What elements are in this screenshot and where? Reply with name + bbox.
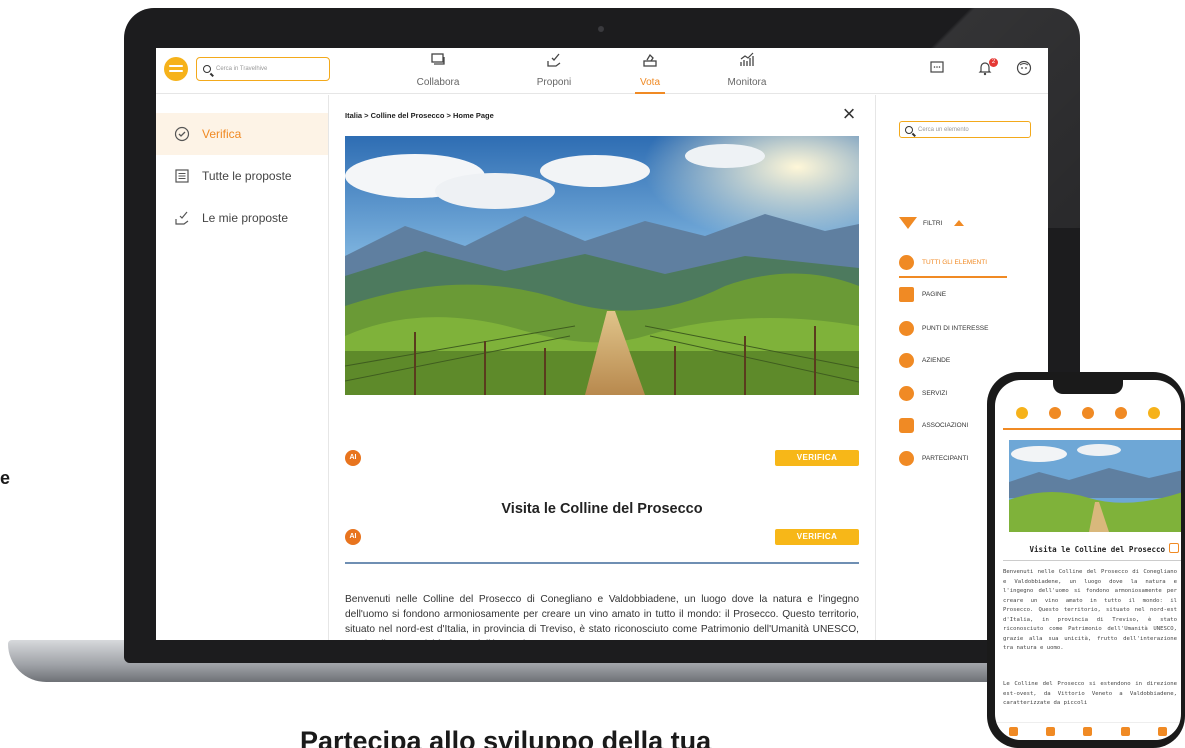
global-search-input[interactable]: Cerca in Travelhive	[196, 57, 330, 81]
phone-page-title: Visita le Colline del Prosecco	[1029, 545, 1165, 554]
main-content: Italia > Colline del Prosecco > Home Pag…	[330, 95, 874, 640]
body-paragraph: Benvenuti nelle Colline del Prosecco di …	[345, 594, 859, 640]
phone-paragraph: Benvenuti nelle Colline del Prosecco di …	[1003, 569, 1177, 651]
phone-hero-image	[1009, 440, 1181, 532]
notifications-bell-icon[interactable]: 2	[976, 58, 998, 78]
pin-icon[interactable]	[1046, 727, 1056, 736]
section-divider	[345, 562, 859, 564]
filter-label: AZIENDE	[922, 357, 951, 364]
smartphone-mockup: Visita le Colline del Prosecco Benvenuti…	[987, 372, 1185, 748]
phone-notch	[1053, 380, 1123, 394]
page-icon	[899, 287, 914, 302]
verify-image-button[interactable]: VERIFICA	[775, 450, 859, 466]
pin-hand-icon	[899, 255, 914, 270]
page-title: Visita le Colline del Prosecco	[501, 501, 703, 517]
filter-label: TUTTI GLI ELEMENTI	[922, 259, 988, 266]
notification-count-badge: 2	[989, 58, 998, 67]
element-search-input[interactable]: Cerca un elemento	[899, 121, 1031, 138]
active-filter-underline	[899, 276, 1007, 278]
filter-pagine[interactable]: PAGINE	[899, 287, 946, 302]
hand-proposal-icon	[174, 210, 190, 226]
sidebar-item-tutte-le-proposte[interactable]: Tutte le proposte	[156, 155, 328, 197]
proposal-icon[interactable]	[1081, 407, 1094, 419]
sidebar-item-label: Verifica	[202, 127, 242, 141]
filter-servizi[interactable]: SERVIZI	[899, 386, 947, 401]
chevron-up-icon	[954, 220, 965, 226]
tab-collabora[interactable]: Collabora	[403, 52, 473, 94]
filter-partecipanti[interactable]: PARTECIPANTI	[899, 451, 968, 466]
funnel-icon	[899, 217, 917, 229]
phone-screen: Visita le Colline del Prosecco Benvenuti…	[995, 380, 1181, 740]
close-icon[interactable]: ×	[840, 103, 858, 125]
vote-icon[interactable]	[1083, 727, 1093, 736]
left-sidebar: Verifica Tutte le proposte Le mie propos…	[156, 95, 329, 640]
tab-proponi[interactable]: Proponi	[519, 52, 589, 94]
chat-box-icon	[430, 52, 446, 68]
tab-label: Proponi	[536, 77, 572, 88]
top-navigation-bar: Cerca in Travelhive Collabora Proponi Vo…	[156, 48, 1048, 94]
sidebar-item-label: Le mie proposte	[202, 211, 289, 225]
profile-icon[interactable]	[1148, 407, 1161, 419]
search-placeholder: Cerca in Travelhive	[216, 66, 268, 72]
participants-icon	[899, 451, 914, 466]
user-avatar-icon[interactable]	[1015, 60, 1033, 78]
camera-dot	[598, 26, 604, 32]
edit-icon[interactable]	[1169, 543, 1179, 553]
sidebar-item-label: Tutte le proposte	[202, 169, 292, 183]
associations-icon	[899, 418, 914, 433]
tab-label: Vota	[639, 77, 661, 88]
chart-icon[interactable]	[1009, 727, 1019, 736]
pin-icon[interactable]	[1015, 407, 1028, 419]
tab-label: Collabora	[416, 77, 460, 88]
map-pin-icon	[899, 321, 914, 336]
ai-badge: AI	[345, 450, 361, 466]
tab-vota[interactable]: Vota	[615, 52, 685, 94]
filters-toggle[interactable]: FILTRI	[899, 217, 965, 229]
messages-icon[interactable]	[928, 60, 946, 78]
search-icon[interactable]	[1048, 407, 1061, 419]
filter-aziende[interactable]: AZIENDE	[899, 353, 950, 368]
vote-icon[interactable]	[1115, 407, 1128, 419]
page-headline: Partecipa allo sviluppo della tua	[300, 726, 712, 748]
check-circle-icon	[174, 126, 190, 142]
verify-title-button[interactable]: VERIFICA	[775, 529, 859, 545]
tab-label: Monitora	[727, 77, 767, 88]
ballot-box-icon	[642, 52, 658, 68]
ai-badge: AI	[345, 529, 361, 545]
phone-accent-line	[1003, 428, 1181, 430]
search-placeholder: Cerca un elemento	[918, 126, 969, 133]
hero-image	[345, 136, 859, 395]
phone-divider	[1003, 560, 1181, 561]
chat-icon[interactable]	[1120, 727, 1130, 736]
phone-top-icons	[995, 407, 1181, 419]
filter-label: SERVIZI	[922, 390, 948, 397]
sidebar-item-verifica[interactable]: Verifica	[156, 113, 328, 155]
filters-label: FILTRI	[923, 219, 943, 227]
filter-label: PUNTI DI INTERESSE	[922, 325, 989, 332]
phone-paragraph: Le Colline del Prosecco si estendono in …	[1003, 681, 1177, 706]
phone-bottom-nav	[995, 722, 1181, 740]
filter-label: ASSOCIAZIONI	[922, 422, 969, 429]
laptop-screen: Cerca in Travelhive Collabora Proponi Vo…	[156, 48, 1048, 640]
search-icon	[203, 65, 211, 73]
filter-punti-di-interesse[interactable]: PUNTI DI INTERESSE	[899, 321, 988, 336]
sidebar-item-le-mie-proposte[interactable]: Le mie proposte	[156, 197, 328, 239]
tab-monitora[interactable]: Monitora	[712, 52, 782, 94]
filter-label: PARTECIPANTI	[922, 455, 969, 462]
cropped-text-fragment: e	[0, 468, 11, 488]
list-icon	[174, 168, 190, 184]
filter-tutti-gli-elementi[interactable]: TUTTI GLI ELEMENTI	[899, 255, 987, 270]
filter-label: PAGINE	[922, 291, 947, 298]
company-icon	[899, 353, 914, 368]
search-icon	[905, 125, 913, 134]
services-icon	[899, 386, 914, 401]
marketing-page: e Cerca in Travelhive Collabora Proponi …	[0, 0, 1185, 748]
hand-proposal-icon	[546, 52, 562, 68]
menu-icon[interactable]	[1157, 727, 1167, 736]
breadcrumb: Italia > Colline del Prosecco > Home Pag…	[345, 111, 494, 120]
chart-icon	[739, 52, 755, 68]
filter-associazioni[interactable]: ASSOCIAZIONI	[899, 418, 968, 433]
travelhive-logo-icon[interactable]	[164, 57, 188, 81]
